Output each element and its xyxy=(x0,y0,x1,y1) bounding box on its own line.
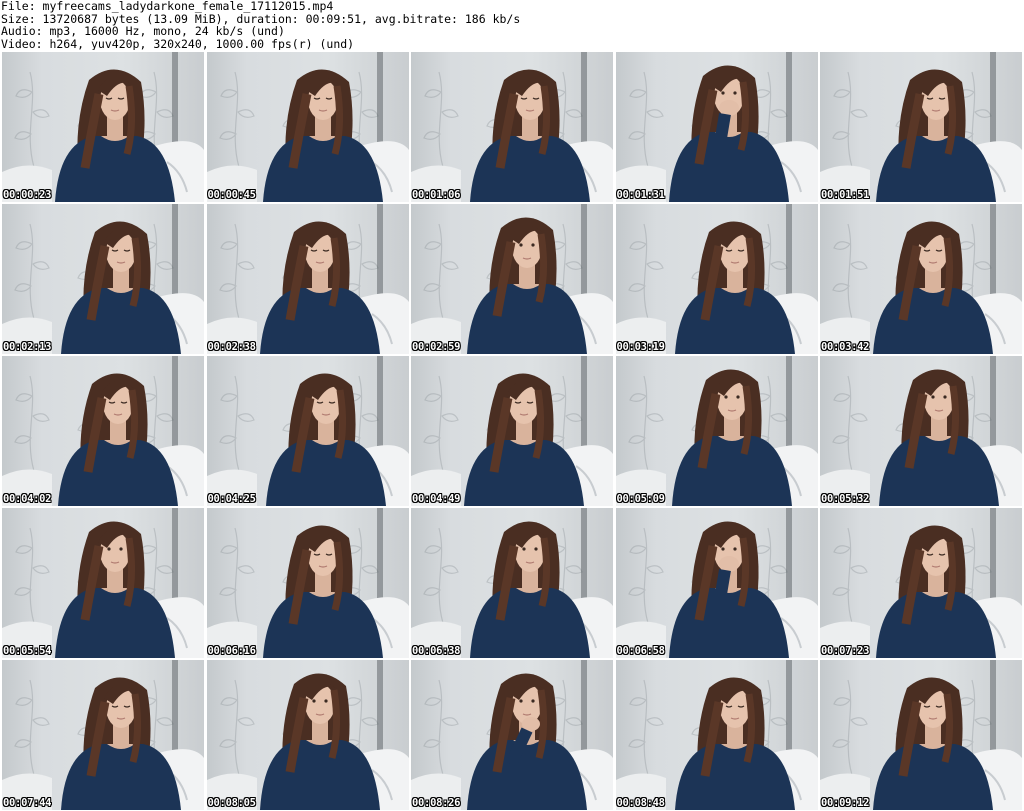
thumbnail-frame: 00:07:44 xyxy=(2,660,204,810)
frame-image xyxy=(820,356,1022,506)
frame-timestamp: 00:02:59 xyxy=(412,341,461,353)
frame-image xyxy=(411,660,613,810)
thumbnail-frame: 00:03:42 xyxy=(820,204,1022,354)
frame-timestamp: 00:07:44 xyxy=(3,797,52,809)
frame-timestamp: 00:02:38 xyxy=(207,341,256,353)
video-info-line: Video: h264, yuv420p, 320x240, 1000.00 f… xyxy=(1,36,355,50)
frame-timestamp: 00:08:26 xyxy=(412,797,461,809)
frame-timestamp: 00:05:09 xyxy=(616,493,665,505)
frame-image xyxy=(411,508,613,658)
frame-timestamp: 00:08:05 xyxy=(207,797,256,809)
thumbnail-frame: 00:06:58 xyxy=(615,508,818,658)
frame-timestamp: 00:05:54 xyxy=(3,645,52,657)
thumbnail-frame: 00:06:16 xyxy=(206,508,409,658)
frame-image xyxy=(2,52,204,202)
frame-timestamp: 00:06:38 xyxy=(412,645,461,657)
frame-timestamp: 00:03:19 xyxy=(616,341,665,353)
frame-image xyxy=(820,52,1022,202)
file-name-line: File: myfreecams_ladydarkone_female_1711… xyxy=(1,0,334,13)
frame-image xyxy=(206,52,409,202)
thumbnail-frame: 00:06:38 xyxy=(411,508,613,658)
frame-image xyxy=(615,356,818,506)
frame-timestamp: 00:02:13 xyxy=(3,341,52,353)
frame-image xyxy=(411,204,613,354)
frame-image xyxy=(206,660,409,810)
frame-image xyxy=(820,660,1022,810)
thumbnail-frame: 00:04:02 xyxy=(2,356,204,506)
frame-timestamp: 00:04:49 xyxy=(412,493,461,505)
thumbnail-frame: 00:02:59 xyxy=(411,204,613,354)
frame-timestamp: 00:04:02 xyxy=(3,493,52,505)
thumbnail-frame: 00:08:05 xyxy=(206,660,409,810)
frame-image xyxy=(615,204,818,354)
frame-timestamp: 00:05:32 xyxy=(821,493,870,505)
thumbnail-frame: 00:08:26 xyxy=(411,660,613,810)
frame-timestamp: 00:08:48 xyxy=(616,797,665,809)
frame-timestamp: 00:00:23 xyxy=(3,189,52,201)
frame-timestamp: 00:03:42 xyxy=(821,341,870,353)
thumbnail-frame: 00:07:23 xyxy=(820,508,1022,658)
frame-image xyxy=(206,204,409,354)
thumbnail-frame: 00:00:45 xyxy=(206,52,409,202)
frame-timestamp: 00:06:16 xyxy=(207,645,256,657)
frame-image xyxy=(615,52,818,202)
frame-image xyxy=(2,508,204,658)
thumbnail-frame: 00:02:38 xyxy=(206,204,409,354)
frame-image xyxy=(206,356,409,506)
frame-timestamp: 00:04:25 xyxy=(207,493,256,505)
thumbnail-frame: 00:01:51 xyxy=(820,52,1022,202)
frame-image xyxy=(2,204,204,354)
thumbnail-frame: 00:05:54 xyxy=(2,508,204,658)
thumbnail-frame: 00:05:32 xyxy=(820,356,1022,506)
thumbnail-frame: 00:09:12 xyxy=(820,660,1022,810)
frame-image xyxy=(411,356,613,506)
frame-timestamp: 00:01:06 xyxy=(412,189,461,201)
thumbnail-frame: 00:01:06 xyxy=(411,52,613,202)
frame-image xyxy=(2,660,204,810)
frame-image xyxy=(2,356,204,506)
audio-info-line: Audio: mp3, 16000 Hz, mono, 24 kb/s (und… xyxy=(1,24,285,38)
frame-image xyxy=(615,508,818,658)
frame-image xyxy=(615,660,818,810)
frame-image xyxy=(411,52,613,202)
thumbnail-frame: 00:03:19 xyxy=(615,204,818,354)
thumbnail-frame: 00:04:25 xyxy=(206,356,409,506)
thumbnail-frame: 00:00:23 xyxy=(2,52,204,202)
frame-image xyxy=(820,204,1022,354)
thumbnail-frame: 00:02:13 xyxy=(2,204,204,354)
frame-timestamp: 00:06:58 xyxy=(616,645,665,657)
frame-image xyxy=(820,508,1022,658)
thumbnail-grid: 00:00:23 00:00:45 00:01:06 00:01:31 00:01:51… xyxy=(2,52,1022,811)
frame-timestamp: 00:00:45 xyxy=(207,189,256,201)
thumbnail-frame: 00:04:49 xyxy=(411,356,613,506)
frame-timestamp: 00:01:51 xyxy=(821,189,870,201)
thumbnail-frame: 00:08:48 xyxy=(615,660,818,810)
thumbnail-frame: 00:05:09 xyxy=(615,356,818,506)
file-info-header: File: myfreecams_ladydarkone_female_1711… xyxy=(1,0,1021,50)
thumbnail-frame: 00:01:31 xyxy=(615,52,818,202)
frame-timestamp: 00:07:23 xyxy=(821,645,870,657)
frame-timestamp: 00:01:31 xyxy=(616,189,665,201)
frame-timestamp: 00:09:12 xyxy=(821,797,870,809)
frame-image xyxy=(206,508,409,658)
